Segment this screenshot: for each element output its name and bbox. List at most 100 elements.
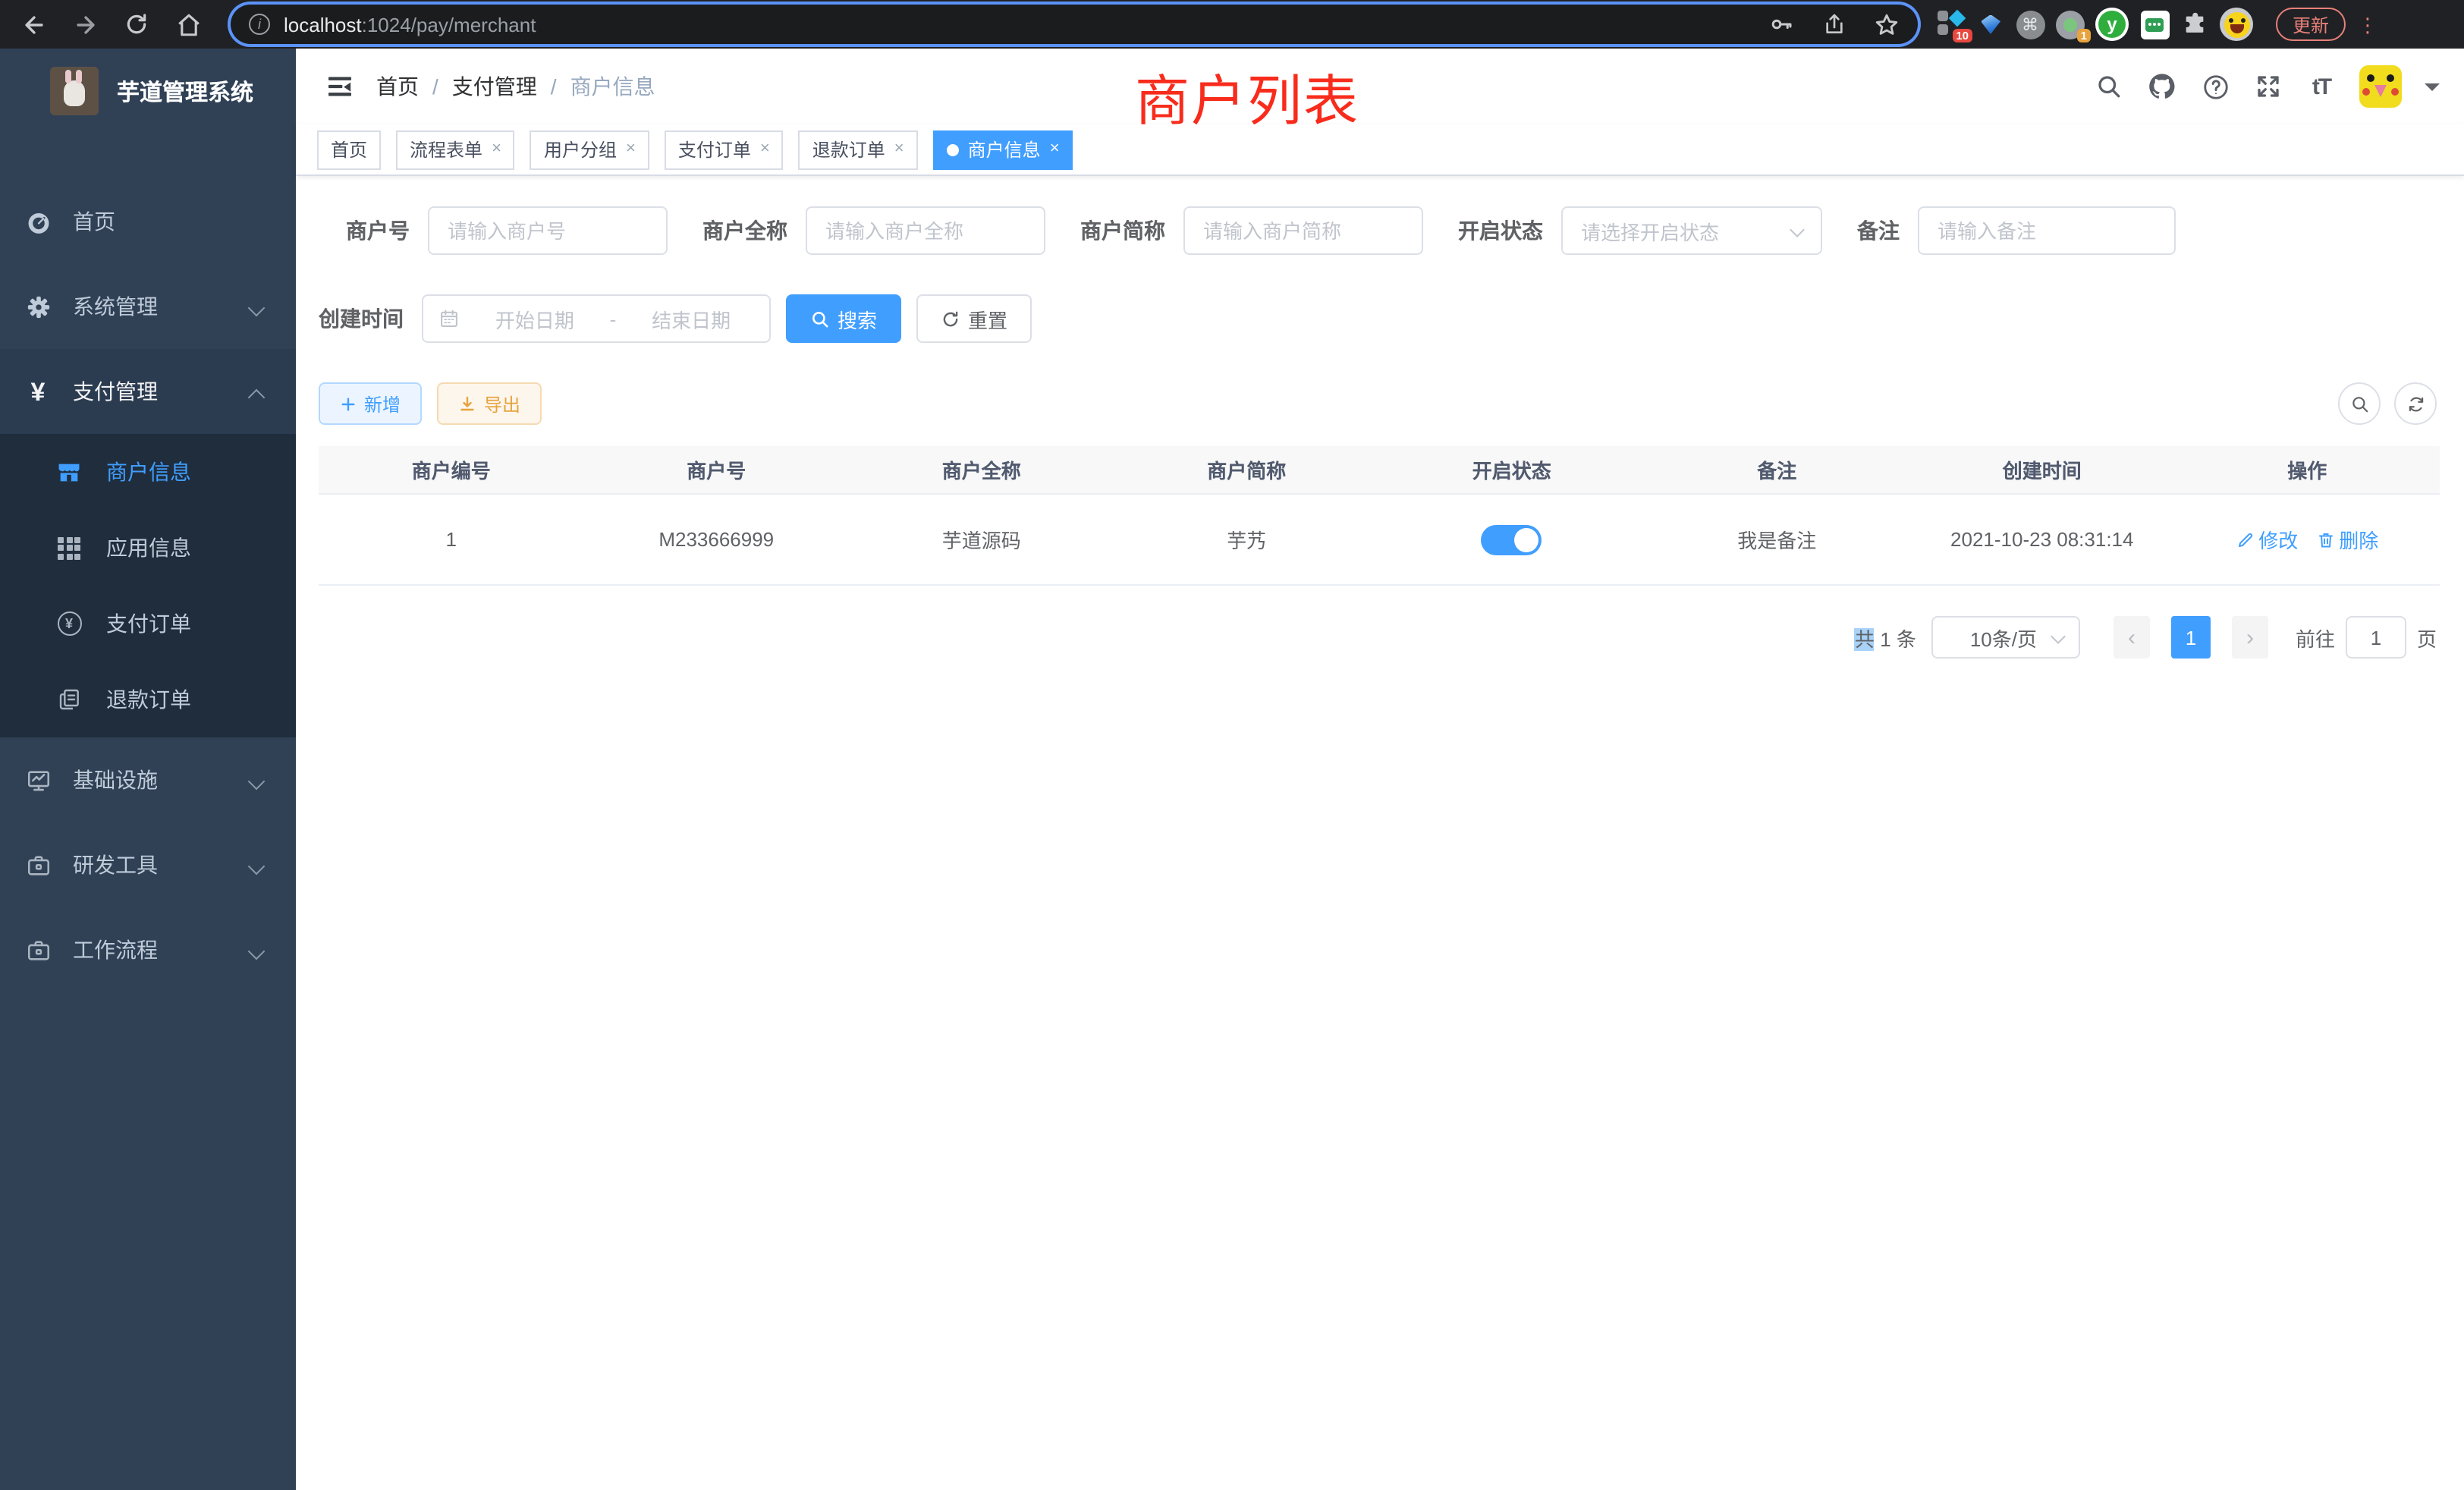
status-toggle[interactable] bbox=[1482, 524, 1542, 555]
share-icon[interactable] bbox=[1822, 12, 1846, 36]
search-icon[interactable] bbox=[2094, 71, 2124, 102]
prev-page-button[interactable]: ‹ bbox=[2114, 616, 2150, 659]
screen: i localhost:1024/pay/merchant 10 ⌘ bbox=[0, 0, 2464, 1490]
sidebar-item-merchant[interactable]: 商户信息 bbox=[0, 434, 296, 510]
home-icon[interactable] bbox=[167, 3, 209, 46]
tab-process-form[interactable]: 流程表单 × bbox=[396, 130, 515, 169]
tab-refund-order[interactable]: 退款订单 × bbox=[799, 130, 918, 169]
sidebar-item-pay-order[interactable]: ¥ 支付订单 bbox=[0, 586, 296, 662]
cell-actions: 修改 删除 bbox=[2175, 525, 2440, 554]
breadcrumb-home[interactable]: 首页 bbox=[376, 71, 419, 102]
add-button[interactable]: 新增 bbox=[319, 382, 422, 425]
reset-button[interactable]: 重置 bbox=[916, 294, 1032, 343]
ext-recorder-icon[interactable]: 1 bbox=[2054, 8, 2085, 41]
refresh-table-button[interactable] bbox=[2394, 382, 2437, 425]
app: 芋道管理系统 首页 系统管理 ¥ bbox=[0, 49, 2464, 1490]
remark-input[interactable] bbox=[1918, 206, 2176, 255]
page-number-1[interactable]: 1 bbox=[2171, 616, 2211, 659]
bookmark-star-icon[interactable] bbox=[1874, 11, 1900, 37]
field-remark: 备注 bbox=[1857, 206, 2176, 255]
show-search-button[interactable] bbox=[2338, 382, 2381, 425]
tab-label: 首页 bbox=[331, 137, 367, 162]
profile-avatar-icon[interactable] bbox=[2218, 8, 2255, 41]
tab-label: 商户信息 bbox=[968, 137, 1041, 162]
extensions-area: 10 ⌘ 1 y bbox=[1936, 8, 2255, 41]
search-button[interactable]: 搜索 bbox=[786, 294, 901, 343]
close-icon[interactable]: × bbox=[1050, 141, 1060, 158]
field-label: 商户简称 bbox=[1080, 215, 1165, 246]
full-name-input[interactable] bbox=[806, 206, 1045, 255]
reload-icon[interactable] bbox=[115, 3, 158, 46]
back-icon[interactable] bbox=[12, 3, 55, 46]
sidebar-item-dev-tools[interactable]: 研发工具 bbox=[0, 822, 296, 907]
total-suffix: 条 bbox=[1897, 627, 1916, 650]
field-label: 创建时间 bbox=[319, 303, 404, 334]
sidebar-item-label: 商户信息 bbox=[106, 457, 191, 487]
sidebar-item-home[interactable]: 首页 bbox=[0, 179, 296, 264]
extensions-puzzle-icon[interactable] bbox=[2179, 8, 2209, 41]
forward-icon[interactable] bbox=[64, 3, 106, 46]
page-size-select[interactable]: 10条/页 bbox=[1931, 616, 2080, 659]
password-key-icon[interactable] bbox=[1768, 11, 1795, 38]
field-label: 开启状态 bbox=[1458, 215, 1543, 246]
gear-icon bbox=[24, 293, 52, 320]
export-button[interactable]: 导出 bbox=[437, 382, 542, 425]
header-actions: tT bbox=[2094, 65, 2440, 108]
avatar-caret-icon[interactable] bbox=[2425, 83, 2440, 98]
sidebar-item-application[interactable]: 应用信息 bbox=[0, 510, 296, 586]
fullscreen-icon[interactable] bbox=[2253, 71, 2283, 102]
close-icon[interactable]: × bbox=[492, 141, 501, 158]
cell-status bbox=[1379, 524, 1645, 555]
sidebar-item-refund-order[interactable]: 退款订单 bbox=[0, 662, 296, 737]
ext-gem-icon[interactable] bbox=[1975, 8, 2006, 41]
site-info-icon[interactable]: i bbox=[249, 14, 270, 35]
search-icon bbox=[2349, 394, 2369, 413]
url-host: localhost bbox=[284, 13, 362, 36]
total-text: 共 1 条 bbox=[1855, 623, 1916, 652]
create-time-range-picker[interactable]: 开始日期 - 结束日期 bbox=[422, 294, 771, 343]
sidebar-fold-icon[interactable] bbox=[325, 71, 355, 102]
col-header: 商户编号 bbox=[319, 455, 584, 484]
sidebar-item-infrastructure[interactable]: 基础设施 bbox=[0, 737, 296, 822]
goto-page-input[interactable] bbox=[2346, 616, 2406, 659]
next-page-button[interactable]: › bbox=[2232, 616, 2268, 659]
ext-grid-icon[interactable]: 10 bbox=[1936, 8, 1966, 41]
logo[interactable]: 芋道管理系统 bbox=[0, 49, 296, 134]
merchant-no-input[interactable] bbox=[428, 206, 668, 255]
end-date-placeholder: 结束日期 bbox=[628, 304, 754, 333]
chrome-update-button[interactable]: 更新 bbox=[2276, 8, 2346, 41]
github-icon[interactable] bbox=[2147, 71, 2177, 102]
url-bar[interactable]: i localhost:1024/pay/merchant bbox=[231, 5, 1918, 44]
tab-label: 用户分组 bbox=[544, 137, 617, 162]
user-avatar[interactable] bbox=[2359, 65, 2402, 108]
chrome-menu-icon[interactable]: ⋮ bbox=[2358, 14, 2373, 34]
delete-link[interactable]: 删除 bbox=[2316, 525, 2378, 554]
sidebar-item-system[interactable]: 系统管理 bbox=[0, 264, 296, 349]
ext-chat-icon[interactable] bbox=[2139, 8, 2170, 41]
tab-user-group[interactable]: 用户分组 × bbox=[530, 130, 649, 169]
status-select[interactable]: 请选择开启状态 bbox=[1561, 206, 1822, 255]
sidebar-item-workflow[interactable]: 工作流程 bbox=[0, 907, 296, 992]
short-name-input[interactable] bbox=[1183, 206, 1423, 255]
close-icon[interactable]: × bbox=[894, 141, 904, 158]
breadcrumb-current: 商户信息 bbox=[570, 71, 655, 102]
close-icon[interactable]: × bbox=[626, 141, 636, 158]
font-size-icon[interactable]: tT bbox=[2306, 71, 2337, 102]
close-icon[interactable]: × bbox=[760, 141, 770, 158]
help-icon[interactable] bbox=[2200, 71, 2230, 102]
edit-link[interactable]: 修改 bbox=[2236, 525, 2298, 554]
cell-create-time: 2021-10-23 08:31:14 bbox=[1909, 528, 2175, 551]
chevron-down-icon bbox=[1792, 224, 1806, 237]
tab-pay-order[interactable]: 支付订单 × bbox=[665, 130, 784, 169]
tab-home[interactable]: 首页 bbox=[317, 130, 381, 169]
breadcrumb-payment[interactable]: 支付管理 bbox=[452, 71, 537, 102]
sidebar-item-payment[interactable]: ¥ 支付管理 bbox=[0, 349, 296, 434]
col-header: 备注 bbox=[1645, 455, 1910, 484]
tabs-bar: 首页 流程表单 × 用户分组 × 支付订单 × 退款订单 × bbox=[296, 124, 2464, 176]
refresh-icon bbox=[941, 309, 960, 328]
url-text[interactable]: localhost:1024/pay/merchant bbox=[284, 13, 1740, 36]
tab-merchant-info[interactable]: 商户信息 × bbox=[933, 130, 1073, 169]
ext-y-icon[interactable]: y bbox=[2094, 8, 2130, 41]
button-label: 导出 bbox=[484, 391, 520, 417]
ext-command-icon[interactable]: ⌘ bbox=[2015, 8, 2045, 41]
